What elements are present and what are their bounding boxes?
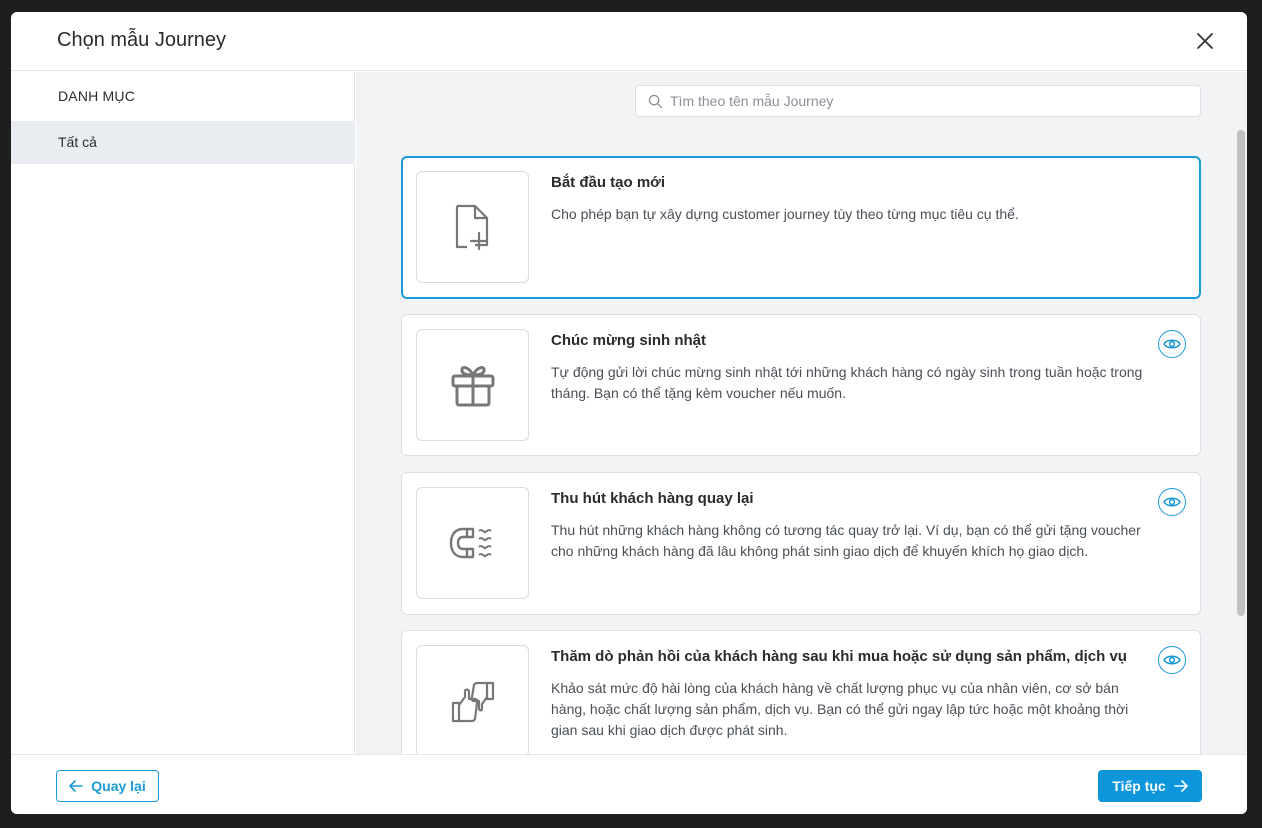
- preview-button[interactable]: [1158, 488, 1186, 516]
- sidebar-item-label: Tất cả: [58, 134, 97, 150]
- close-icon: [1197, 33, 1213, 49]
- search-box: [635, 85, 1201, 117]
- template-card-birthday[interactable]: Chúc mừng sinh nhật Tự động gửi lời chúc…: [401, 314, 1201, 456]
- modal-header: Chọn mẫu Journey: [11, 12, 1247, 71]
- template-card-new[interactable]: Bắt đầu tạo mới Cho phép bạn tự xây dựng…: [401, 156, 1201, 299]
- template-description: Thu hút những khách hàng không có tương …: [551, 522, 1141, 559]
- arrow-right-icon: [1173, 780, 1188, 792]
- scrollbar[interactable]: [1235, 72, 1247, 754]
- template-title: Chúc mừng sinh nhật: [551, 332, 707, 349]
- template-list-panel: Bắt đầu tạo mới Cho phép bạn tự xây dựng…: [356, 72, 1247, 754]
- sidebar-heading: DANH MỤC: [58, 88, 136, 104]
- template-thumbnail: [416, 329, 529, 441]
- template-card-reengage[interactable]: Thu hút khách hàng quay lại Thu hút nhữn…: [401, 472, 1201, 615]
- sidebar-item-all[interactable]: Tất cả: [11, 121, 355, 164]
- template-description: Cho phép bạn tự xây dựng customer journe…: [551, 206, 1019, 222]
- thumbs-feedback-icon: [451, 681, 494, 723]
- template-thumbnail: [416, 645, 529, 754]
- magnet-icon: [449, 527, 492, 559]
- eye-icon: [1163, 497, 1181, 507]
- arrow-left-icon: [69, 780, 84, 792]
- template-description: Khảo sát mức độ hài lòng của khách hàng …: [551, 680, 1129, 738]
- preview-button[interactable]: [1158, 646, 1186, 674]
- continue-button-label: Tiếp tục: [1112, 778, 1166, 794]
- scrollbar-thumb[interactable]: [1237, 130, 1245, 616]
- modal-title: Chọn mẫu Journey: [57, 29, 226, 51]
- gift-icon: [451, 366, 494, 407]
- category-sidebar: DANH MỤC Tất cả: [11, 72, 355, 754]
- template-description: Tự động gửi lời chúc mừng sinh nhật tới …: [551, 364, 1143, 401]
- template-thumbnail: [416, 487, 529, 599]
- file-plus-icon: [455, 204, 488, 251]
- journey-template-modal: Chọn mẫu Journey DANH MỤC Tất cả Tìm the…: [11, 12, 1247, 814]
- template-card-feedback[interactable]: Thăm dò phản hồi của khách hàng sau khi …: [401, 630, 1201, 754]
- search-icon: [648, 94, 663, 109]
- eye-icon: [1163, 655, 1181, 665]
- back-button-label: Quay lại: [91, 778, 146, 794]
- template-thumbnail: [416, 171, 529, 283]
- modal-footer: Quay lại Tiếp tục: [11, 754, 1247, 814]
- search-input[interactable]: [670, 86, 1190, 116]
- template-title: Thăm dò phản hồi của khách hàng sau khi …: [551, 648, 1127, 665]
- back-button[interactable]: Quay lại: [56, 770, 159, 802]
- close-button[interactable]: [1193, 29, 1217, 53]
- eye-icon: [1163, 339, 1181, 349]
- preview-button[interactable]: [1158, 330, 1186, 358]
- template-title: Thu hút khách hàng quay lại: [551, 490, 754, 507]
- continue-button[interactable]: Tiếp tục: [1098, 770, 1202, 802]
- template-title: Bắt đầu tạo mới: [551, 174, 666, 191]
